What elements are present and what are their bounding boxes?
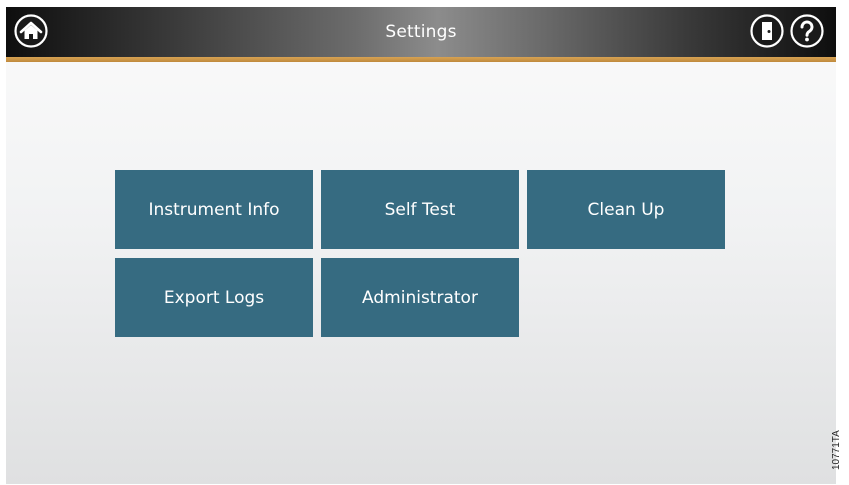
help-question-icon <box>790 14 824 48</box>
home-icon <box>14 14 48 48</box>
clean-up-button[interactable]: Clean Up <box>527 170 725 249</box>
self-test-button[interactable]: Self Test <box>321 170 519 249</box>
administrator-button[interactable]: Administrator <box>321 258 519 337</box>
self-test-label: Self Test <box>384 199 456 220</box>
clean-up-label: Clean Up <box>587 199 665 220</box>
instrument-info-button[interactable]: Instrument Info <box>115 170 313 249</box>
settings-screen: Settings Instrument Info Self Test Clean… <box>6 7 836 484</box>
logout-button[interactable] <box>750 14 784 48</box>
title-bar: Settings <box>6 7 836 57</box>
logout-door-icon <box>750 14 784 48</box>
page-title: Settings <box>385 22 457 42</box>
help-button[interactable] <box>790 14 824 48</box>
accent-stripe <box>6 57 836 62</box>
figure-id: 10771TA <box>831 430 842 470</box>
home-button[interactable] <box>14 14 48 48</box>
export-logs-button[interactable]: Export Logs <box>115 258 313 337</box>
administrator-label: Administrator <box>362 287 478 308</box>
instrument-info-label: Instrument Info <box>148 199 280 220</box>
export-logs-label: Export Logs <box>163 287 265 308</box>
